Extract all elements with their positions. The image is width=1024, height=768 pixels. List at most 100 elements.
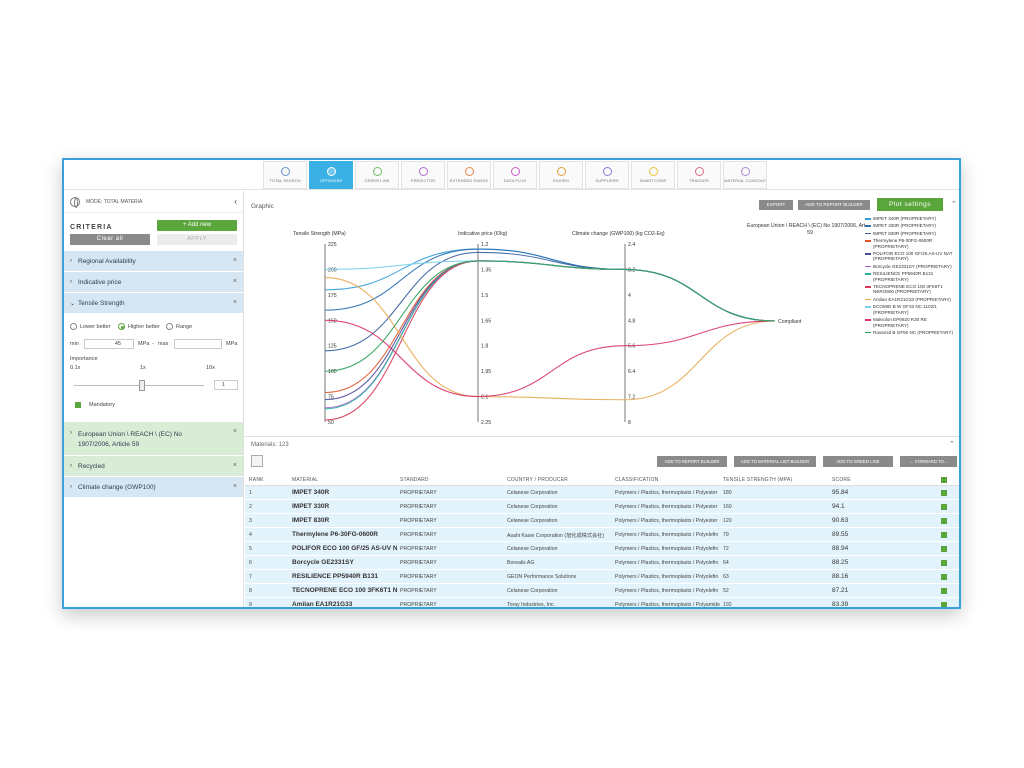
module-tab-data-plus[interactable]: DATA PLUS <box>493 161 537 189</box>
row-checkbox[interactable] <box>941 546 947 552</box>
legend-item[interactable]: Borcycle GE2331SY (PROPRIETARY) <box>865 264 959 269</box>
criterion-reach-svhc[interactable]: › European Union \ REACH \ (EC) No 1907/… <box>64 422 243 456</box>
max-input[interactable] <box>174 339 222 349</box>
legend-item[interactable]: ECOMID B W GF33 NC 1102/1 (PROPRIETARY) <box>865 304 959 315</box>
column-header[interactable]: STANDARD <box>400 477 505 483</box>
column-header[interactable]: SCORE <box>832 477 892 483</box>
table-cell: 8 <box>249 588 252 594</box>
row-checkbox[interactable] <box>941 588 947 594</box>
column-header[interactable]: RANK <box>249 477 289 483</box>
row-checkbox[interactable] <box>941 602 947 607</box>
scale-mid: 1x <box>140 365 146 371</box>
legend-item[interactable]: Thermylene P6-30FG-0600R (PROPRIETARY) <box>865 238 959 249</box>
table-row[interactable]: 5 POLIFOR ECO 100 GF/25 AS-UV NAT PROPRIET… <box>245 542 959 556</box>
add-to-green-line-button[interactable]: ADD TO GREEN LINE <box>823 456 893 467</box>
remove-criterion-icon[interactable]: × <box>233 257 237 264</box>
column-header[interactable]: COUNTRY / PRODUCER <box>507 477 613 483</box>
module-tab-suppliers[interactable]: SUPPLIERS <box>585 161 629 189</box>
mandatory-checkbox[interactable] <box>75 402 81 408</box>
module-tab-enviro[interactable]: ENVIRO <box>539 161 583 189</box>
radio-higher-better[interactable]: Higher better <box>118 323 160 330</box>
legend-item[interactable]: POLIFOR ECO 100 GF/25 AS-UV NAT (PROPRIE… <box>865 251 959 262</box>
tick-label: 2.4 <box>628 242 635 248</box>
legend-item[interactable]: IMPET 830R (PROPRIETARY) <box>865 231 959 236</box>
collapse-panel-icon[interactable]: ‹ <box>234 197 237 206</box>
module-tab-smartcomp[interactable]: SMARTCOMP <box>631 161 675 189</box>
table-row[interactable]: 9 Amilan EA1R21G33 PROPRIETARY Toray Indust… <box>245 598 959 608</box>
legend-item[interactable]: TECNOPRENE ECO 100 3FK6T1 NERO900 (PROPR… <box>865 284 959 295</box>
table-row[interactable]: 1 IMPET 340R PROPRIETARY Celanese Corporati… <box>245 486 959 500</box>
columns-icon[interactable] <box>251 455 263 467</box>
min-input[interactable]: 45 <box>84 339 134 349</box>
legend-item[interactable]: IMPET 330R (PROPRIETARY) <box>865 223 959 228</box>
module-tab-optimizer[interactable]: OPTIMIZER <box>309 161 353 189</box>
criterion-regional-availability[interactable]: › Regional Availability × <box>64 251 243 272</box>
legend-item[interactable]: Makrolon EP9920 R30 RE (PROPRIETARY) <box>865 317 959 328</box>
add-new-button[interactable]: + Add new <box>157 220 237 231</box>
criterion-recycled[interactable]: › Recycled × <box>64 456 243 477</box>
module-icon <box>740 167 750 176</box>
column-header[interactable]: MATERIAL <box>292 477 397 483</box>
column-header[interactable]: TENSILE STRENGTH (MPA) <box>723 477 823 483</box>
plot-settings-button[interactable]: Plot settings <box>877 198 943 211</box>
remove-criterion-icon[interactable]: × <box>233 278 237 285</box>
chevron-right-icon: › <box>70 463 72 469</box>
module-tab-green-line[interactable]: GREEN LINE <box>355 161 399 189</box>
add-to-report-builder-button[interactable]: ADD TO REPORT BUILDER <box>657 456 727 467</box>
importance-slider-handle[interactable] <box>139 380 145 391</box>
module-icon <box>694 167 704 176</box>
table-cell: 72 <box>723 546 729 552</box>
legend-item[interactable]: Ravamid B GF50 NC (PROPRIETARY) <box>865 330 959 335</box>
radio-lower-better[interactable]: Lower better <box>70 323 111 330</box>
column-header[interactable]: CLASSIFICATION <box>615 477 721 483</box>
legend-swatch <box>865 240 871 242</box>
module-tab-predictor[interactable]: PREDICTOR <box>401 161 445 189</box>
table-row[interactable]: 4 Thermylene P6-30FG-0600R PROPRIETARY Asah… <box>245 528 959 542</box>
table-row[interactable]: 2 IMPET 330R PROPRIETARY Celanese Corporati… <box>245 500 959 514</box>
row-checkbox[interactable] <box>941 504 947 510</box>
table-cell: Polymers / Plastics, thermoplasts / Poly… <box>615 546 719 552</box>
row-checkbox[interactable] <box>941 574 947 580</box>
table-cell: Celanese Corporation <box>507 588 558 594</box>
legend-item[interactable]: RESILIENCE PP5940R B131 (PROPRIETARY) <box>865 271 959 282</box>
importance-input[interactable]: 1 <box>214 380 238 390</box>
criterion-indicative-price[interactable]: › Indicative price × <box>64 272 243 293</box>
radio-range[interactable]: Range <box>166 323 192 330</box>
clear-all-button[interactable]: Clear all <box>70 234 150 245</box>
chevron-up-icon[interactable]: ⌃ <box>951 200 957 208</box>
module-tab-extended-range[interactable]: EXTENDED RANGE <box>447 161 491 189</box>
table-cell: 95.84 <box>832 489 849 496</box>
criterion-tensile-strength[interactable]: ⌄ Tensile Strength × <box>64 293 243 314</box>
tick-label: 4.8 <box>628 318 635 324</box>
forward-to-button[interactable]: ← FORWARD TO... <box>900 456 957 467</box>
remove-criterion-icon[interactable]: × <box>233 462 237 469</box>
select-all-checkbox[interactable] <box>941 477 947 483</box>
table-row[interactable]: 8 TECNOPRENE ECO 100 3FK6T1 NERO900PROPRI… <box>245 584 959 598</box>
module-tab-material-console[interactable]: MATERIAL CONSOLE <box>723 161 767 189</box>
row-checkbox[interactable] <box>941 490 947 496</box>
remove-criterion-icon[interactable]: × <box>233 428 237 435</box>
table-cell: Amilan EA1R21G33 <box>292 601 353 608</box>
legend-item[interactable]: Amilan EA1R21G33 (PROPRIETARY) <box>865 297 959 302</box>
chevron-up-icon[interactable]: ⌃ <box>949 440 955 448</box>
row-checkbox[interactable] <box>941 518 947 524</box>
remove-criterion-icon[interactable]: × <box>233 483 237 490</box>
remove-criterion-icon[interactable]: × <box>233 299 237 306</box>
table-row[interactable]: 7 RESILIENCE PP5940R B131 PROPRIETARY GEON … <box>245 570 959 584</box>
criterion-climate-change[interactable]: › Climate change (GWP100) × <box>64 477 243 498</box>
table-cell: 1 <box>249 490 252 496</box>
criterion-label: Indicative price <box>78 278 122 286</box>
row-checkbox[interactable] <box>941 560 947 566</box>
module-tab-total-search[interactable]: TOTAL SEARCH <box>263 161 307 189</box>
table-row[interactable]: 6 Borcycle GE2331SY PROPRIETARY Borealis AG… <box>245 556 959 570</box>
apply-button[interactable]: APPLY <box>157 234 237 245</box>
legend-label: IMPET 340R (PROPRIETARY) <box>873 216 937 221</box>
add-to-material-list-builder-button[interactable]: ADD TO MATERIAL LIST BUILDER <box>734 456 816 467</box>
row-checkbox[interactable] <box>941 532 947 538</box>
module-tab-tracker[interactable]: TRACKER <box>677 161 721 189</box>
series-line-4 <box>324 260 776 401</box>
legend-item[interactable]: IMPET 340R (PROPRIETARY) <box>865 216 959 221</box>
scale-max: 10x <box>206 365 215 371</box>
table-cell: 88.16 <box>832 573 849 580</box>
table-row[interactable]: 3 IMPET 830R PROPRIETARY Celanese Corporati… <box>245 514 959 528</box>
